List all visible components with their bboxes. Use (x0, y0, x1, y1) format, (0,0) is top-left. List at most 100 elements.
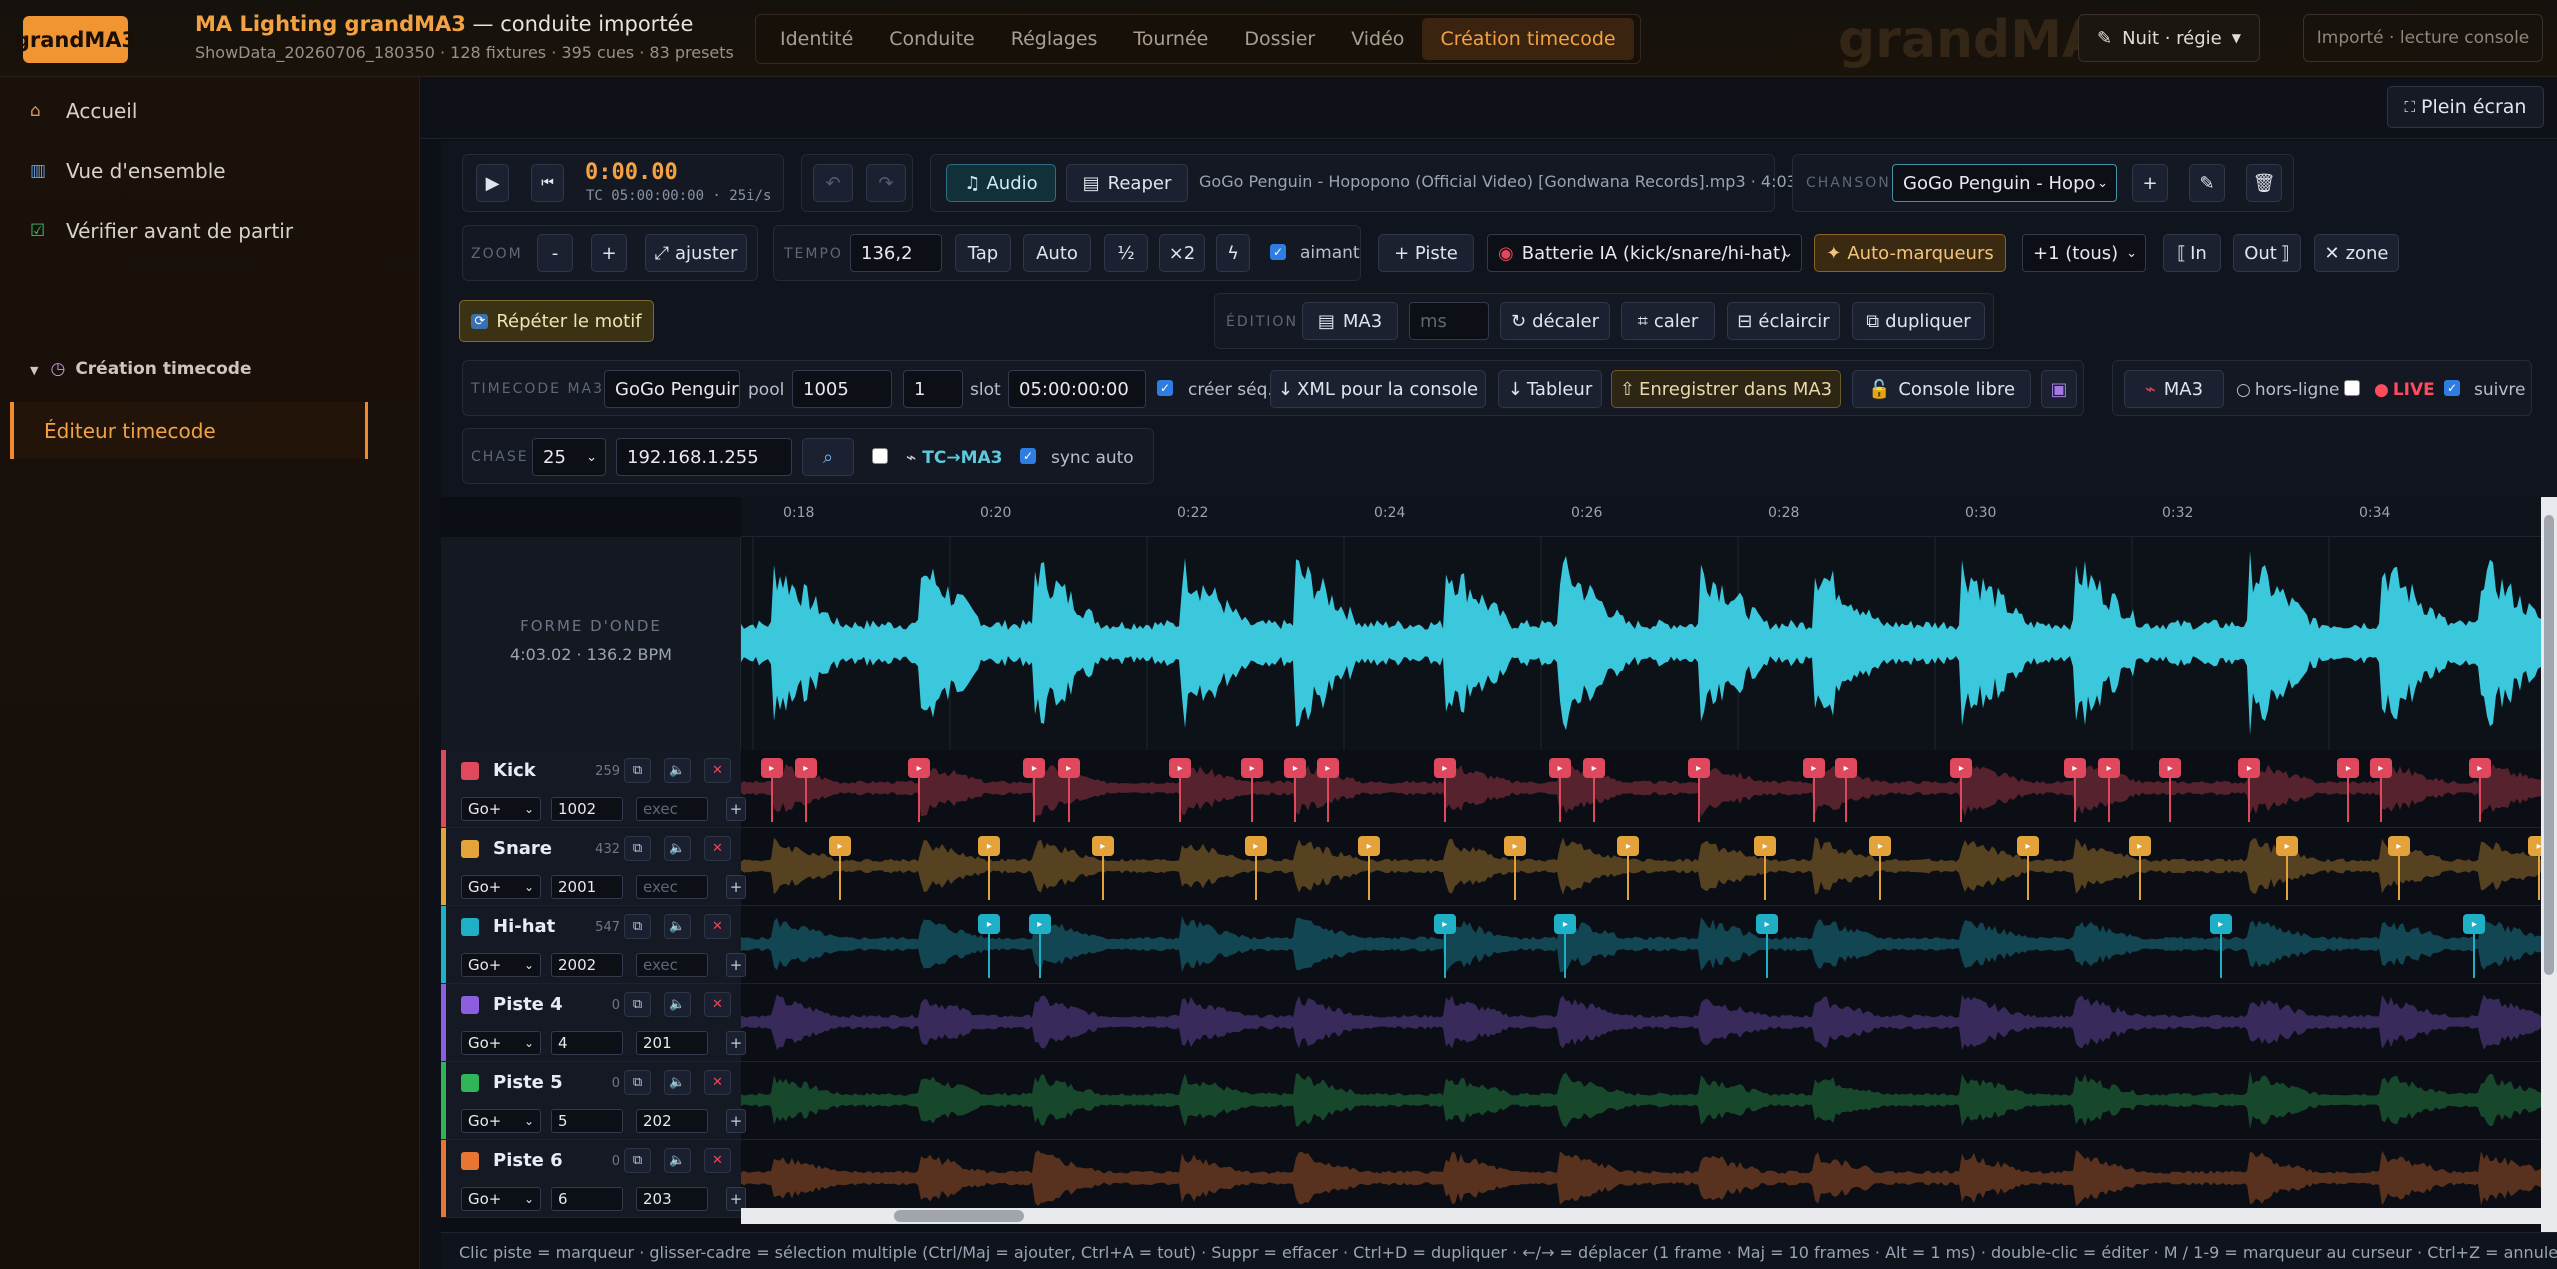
edit-song-button[interactable]: ✎ (2189, 164, 2225, 202)
track-lane[interactable]: ▸ ▸ ▸ ▸ ▸ ▸ ▸ (741, 906, 2541, 983)
audio-button[interactable]: ♫ Audio (946, 164, 1056, 202)
cue-marker[interactable]: ▸ (1617, 836, 1640, 856)
sidebar-item-editeur-timecode[interactable]: Éditeur timecode (10, 402, 368, 459)
mute-track-button[interactable]: 🔈 (664, 992, 691, 1017)
horizontal-scrollbar[interactable] (741, 1208, 2541, 1224)
time-ruler[interactable]: 0:18 0:20 0:22 0:24 0:26 0:28 0:30 0:32 … (741, 497, 2541, 537)
track-name[interactable]: Piste 5 (493, 1072, 563, 1093)
zoom-out-button[interactable]: - (537, 234, 573, 272)
xml-export-button[interactable]: ↓ XML pour la console (1270, 370, 1486, 408)
shift-button[interactable]: ↻ décaler (1500, 302, 1610, 340)
copy-track-button[interactable]: ⧉ (624, 758, 651, 783)
zone-button[interactable]: ✕ zone (2314, 234, 2399, 272)
cue-marker[interactable]: ▸ (2159, 758, 2182, 778)
snap-button[interactable]: ⌗ caler (1621, 302, 1715, 340)
ip-input[interactable]: 192.168.1.255 (616, 438, 792, 476)
track-exec-input[interactable]: exec (636, 797, 708, 821)
copy-track-button[interactable]: ⧉ (624, 836, 651, 861)
track-name[interactable]: Piste 4 (493, 994, 563, 1015)
tempo-input[interactable]: 136,2 (850, 234, 942, 272)
tab-reglages[interactable]: Réglages (993, 18, 1116, 60)
track-seq-input[interactable]: 5 (551, 1109, 623, 1133)
brand-logo[interactable]: grandMA3 (15, 16, 136, 63)
track-mode-select[interactable]: Go+ ⌄ (461, 1031, 541, 1055)
cue-marker[interactable]: ▸ (2528, 836, 2541, 856)
console-free-button[interactable]: 🔓 Console libre (1852, 370, 2031, 408)
bolt-button[interactable]: ϟ (1216, 234, 1250, 272)
cue-marker[interactable]: ▸ (1869, 836, 1892, 856)
drum-ai-select[interactable]: ◉ Batterie IA (kick/snare/hi-hat) ⌄ (1487, 234, 1802, 272)
cue-marker[interactable]: ▸ (2209, 914, 2232, 934)
tc-ma3-checkbox[interactable] (872, 448, 888, 464)
cue-marker[interactable]: ▸ (1028, 914, 1051, 934)
ms-input[interactable]: ms (1409, 302, 1489, 340)
track-name[interactable]: Snare (493, 838, 552, 859)
auto-tempo-button[interactable]: Auto (1023, 234, 1091, 272)
delete-track-button[interactable]: ✕ (704, 836, 731, 861)
magnet-checkbox[interactable]: ✓ (1270, 244, 1286, 260)
cue-marker[interactable]: ▸ (1023, 758, 1046, 778)
tab-identite[interactable]: Identité (762, 18, 871, 60)
track-lane[interactable]: ▸ ▸ ▸ ▸ ▸ ▸ ▸ ▸ ▸ ▸ ▸ ▸ ▸ ▸ (741, 828, 2541, 905)
cue-marker[interactable]: ▸ (1950, 758, 1973, 778)
delete-track-button[interactable]: ✕ (704, 1148, 731, 1173)
track-exec-input[interactable]: exec (636, 875, 708, 899)
fps-select[interactable]: 25 ⌄ (532, 438, 606, 476)
play-button[interactable]: ▶ (476, 164, 509, 202)
track-color-swatch[interactable] (461, 996, 479, 1014)
copy-track-button[interactable]: ⧉ (624, 1070, 651, 1095)
cue-marker[interactable]: ▸ (1504, 836, 1526, 856)
tab-dossier[interactable]: Dossier (1226, 18, 1333, 60)
delete-track-button[interactable]: ✕ (704, 914, 731, 939)
cue-marker[interactable]: ▸ (2098, 758, 2120, 778)
copy-track-button[interactable]: ⧉ (624, 914, 651, 939)
track-color-swatch[interactable] (461, 840, 479, 858)
add-song-button[interactable]: + (2132, 164, 2168, 202)
in-button[interactable]: ⟦ In (2163, 234, 2221, 272)
pool-input[interactable]: 1005 (792, 370, 892, 408)
tab-conduite[interactable]: Conduite (871, 18, 992, 60)
plus-one-select[interactable]: +1 (tous) ⌄ (2022, 234, 2146, 272)
cue-marker[interactable]: ▸ (2063, 758, 2086, 778)
track-lane[interactable]: ▸ ▸ ▸ ▸ ▸ ▸ ▸ ▸ ▸ ▸ ▸ ▸ ▸ ▸ ▸ ▸ ▸ ▸ ▸ ▸ ▸ ▸ ▸ (741, 750, 2541, 827)
reaper-button[interactable]: ▤ Reaper (1066, 164, 1188, 202)
cue-marker[interactable]: ▸ (1316, 758, 1339, 778)
track-name[interactable]: Piste 6 (493, 1150, 563, 1171)
song-select[interactable]: GoGo Penguin - Hopo ⌄ (1892, 164, 2117, 202)
track-color-swatch[interactable] (461, 762, 479, 780)
tableur-button[interactable]: ↓ Tableur (1498, 370, 1602, 408)
half-tempo-button[interactable]: ½ (1104, 234, 1148, 272)
delete-track-button[interactable]: ✕ (704, 992, 731, 1017)
track-seq-input[interactable]: 6 (551, 1187, 623, 1211)
track-seq-input[interactable]: 2002 (551, 953, 623, 977)
thin-button[interactable]: ⊟ éclaircir (1727, 302, 1840, 340)
save-ma3-button[interactable]: ⇧ Enregistrer dans MA3 (1611, 370, 1841, 408)
cue-marker[interactable]: ▸ (1358, 836, 1381, 856)
cue-marker[interactable]: ▸ (1284, 758, 1307, 778)
tap-button[interactable]: Tap (955, 234, 1011, 272)
cue-marker[interactable]: ▸ (2017, 836, 2039, 856)
cue-marker[interactable]: ▸ (2463, 914, 2486, 934)
track-mode-select[interactable]: Go+ ⌄ (461, 875, 541, 899)
cue-marker[interactable]: ▸ (1433, 758, 1456, 778)
track-color-swatch[interactable] (461, 918, 479, 936)
cue-marker[interactable]: ▸ (1802, 758, 1825, 778)
redo-button[interactable]: ↷ (866, 164, 906, 202)
edit-ma3-button[interactable]: ▤ MA3 (1302, 302, 1398, 340)
mute-track-button[interactable]: 🔈 (664, 758, 691, 783)
track-seq-input[interactable]: 1002 (551, 797, 623, 821)
track-lane[interactable] (741, 984, 2541, 1061)
cue-marker[interactable]: ▸ (794, 758, 817, 778)
cue-marker[interactable]: ▸ (760, 758, 783, 778)
cue-marker[interactable]: ▸ (1756, 914, 1778, 934)
tab-tournee[interactable]: Tournée (1115, 18, 1226, 60)
cue-marker[interactable]: ▸ (978, 914, 1001, 934)
zoom-in-button[interactable]: + (591, 234, 627, 272)
cue-marker[interactable]: ▸ (1241, 758, 1264, 778)
cue-marker[interactable]: ▸ (1835, 758, 1858, 778)
delete-track-button[interactable]: ✕ (704, 1070, 731, 1095)
timecode-name-input[interactable]: GoGo Penguir (604, 370, 740, 408)
cue-marker[interactable]: ▸ (908, 758, 931, 778)
cue-marker[interactable]: ▸ (1244, 836, 1267, 856)
out-button[interactable]: Out ⟧ (2233, 234, 2301, 272)
